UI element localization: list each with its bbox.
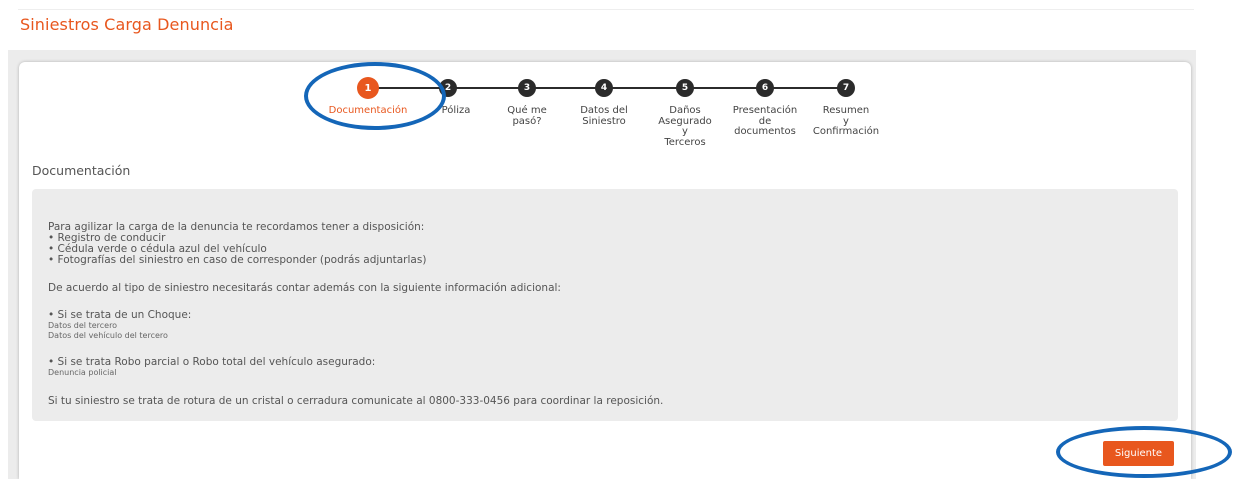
step-1-circle[interactable]: 1 [357, 77, 379, 99]
choque-title: • Si se trata de un Choque: [48, 309, 192, 321]
info-item: • Fotografías del siniestro en caso de c… [48, 254, 427, 266]
choque-detail: Datos del tercero [48, 321, 118, 330]
step-2-circle[interactable]: 2 [439, 79, 457, 97]
step-6-label: Presentación de documentos [732, 105, 798, 137]
robo-detail: Denuncia policial [48, 368, 117, 377]
step-5-label: Daños Asegurado y Terceros [658, 105, 712, 148]
step-7-circle[interactable]: 7 [837, 79, 855, 97]
step-5-circle[interactable]: 5 [676, 79, 694, 97]
page-title: Siniestros Carga Denuncia [20, 15, 234, 34]
step-6-circle[interactable]: 6 [756, 79, 774, 97]
step-4-label: Datos del Siniestro [580, 105, 628, 127]
step-3-circle[interactable]: 3 [518, 79, 536, 97]
section-heading: Documentación [32, 163, 131, 178]
next-button[interactable]: Siguiente [1103, 441, 1174, 466]
info-cristal: Si tu siniestro se trata de rotura de un… [48, 395, 664, 407]
step-1-label: Documentación [328, 105, 408, 116]
choque-detail: Datos del vehículo del tercero [48, 331, 168, 340]
header-divider [18, 9, 1194, 10]
step-7-label: Resumen y Confirmación [812, 105, 880, 137]
info-additional: De acuerdo al tipo de siniestro necesita… [48, 282, 561, 294]
step-2-label: Póliza [441, 105, 471, 116]
robo-title: • Si se trata Robo parcial o Robo total … [48, 356, 376, 368]
step-4-circle[interactable]: 4 [595, 79, 613, 97]
